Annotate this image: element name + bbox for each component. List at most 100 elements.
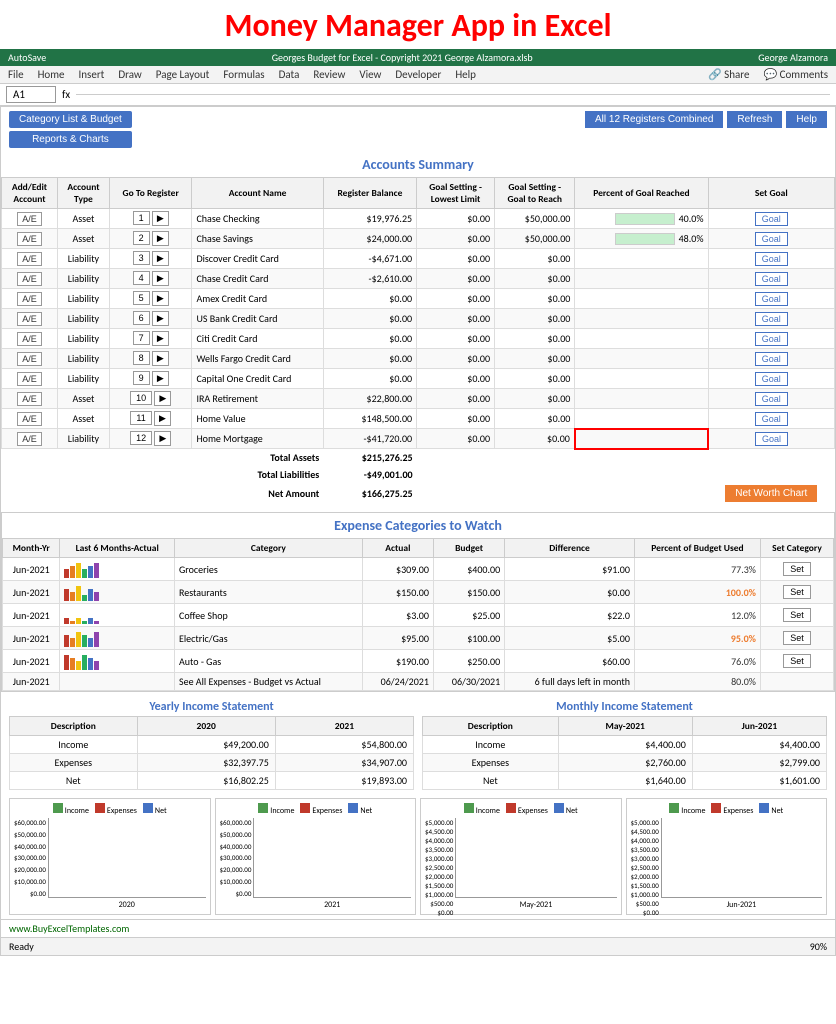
footer-link[interactable]: www.BuyExcelTemplates.com — [9, 922, 129, 935]
category-list-button[interactable]: Category List & Budget — [9, 111, 132, 128]
balance-cell-0: $19,976.25 — [323, 209, 416, 229]
goal-button-2[interactable]: Goal — [755, 252, 788, 266]
yi-row-2021-1: $34,907.00 — [275, 754, 413, 772]
ae-button-2[interactable]: A/E — [17, 252, 42, 266]
register-nav-cell-6: 7 ▶ — [109, 329, 192, 349]
register-num-10[interactable]: 11 — [130, 411, 151, 425]
menu-developer[interactable]: Developer — [395, 68, 441, 81]
set-button-4[interactable]: Set — [783, 654, 811, 668]
comments-btn[interactable]: 💬 Comments — [763, 68, 828, 81]
register-num-6[interactable]: 7 — [133, 331, 150, 345]
go-register-arrow-0[interactable]: ▶ — [152, 211, 169, 226]
menu-pagelayout[interactable]: Page Layout — [156, 68, 210, 81]
table-row: A/E — [2, 409, 58, 429]
net-worth-chart-button[interactable]: Net Worth Chart — [725, 485, 817, 502]
menu-insert[interactable]: Insert — [79, 68, 105, 81]
register-num-4[interactable]: 5 — [133, 291, 150, 305]
cell-reference[interactable]: A1 — [6, 86, 56, 103]
acct-name-cell-5: US Bank Credit Card — [192, 309, 323, 329]
ae-button-5[interactable]: A/E — [17, 312, 42, 326]
go-register-arrow-2[interactable]: ▶ — [152, 251, 169, 266]
menu-review[interactable]: Review — [313, 68, 345, 81]
goal-button-11[interactable]: Goal — [755, 432, 788, 446]
go-register-arrow-4[interactable]: ▶ — [152, 291, 169, 306]
goal-reach-cell-6: $0.00 — [495, 329, 575, 349]
goal-button-5[interactable]: Goal — [755, 312, 788, 326]
goal-reach-cell-7: $0.00 — [495, 349, 575, 369]
menu-help[interactable]: Help — [455, 68, 476, 81]
ae-button-10[interactable]: A/E — [17, 412, 42, 426]
exp-category-1: Restaurants — [175, 581, 363, 604]
go-register-arrow-11[interactable]: ▶ — [154, 431, 171, 446]
refresh-button[interactable]: Refresh — [727, 111, 782, 128]
ae-button-11[interactable]: A/E — [17, 432, 42, 446]
lowest-cell-6: $0.00 — [417, 329, 495, 349]
all12-registers-button[interactable]: All 12 Registers Combined — [585, 111, 723, 128]
register-num-5[interactable]: 6 — [133, 311, 150, 325]
reports-charts-button[interactable]: Reports & Charts — [9, 131, 132, 148]
set-button-0[interactable]: Set — [783, 562, 811, 576]
formula-input[interactable] — [76, 94, 830, 95]
menu-draw[interactable]: Draw — [118, 68, 141, 81]
left-button-group: Category List & Budget Reports & Charts — [9, 111, 132, 148]
menu-data[interactable]: Data — [279, 68, 300, 81]
register-num-2[interactable]: 3 — [133, 251, 150, 265]
go-register-arrow-6[interactable]: ▶ — [152, 331, 169, 346]
goal-reach-cell-5: $0.00 — [495, 309, 575, 329]
ae-button-9[interactable]: A/E — [17, 392, 42, 406]
go-register-arrow-9[interactable]: ▶ — [154, 391, 171, 406]
yearly-income-title: Yearly Income Statement — [9, 696, 414, 716]
go-register-arrow-1[interactable]: ▶ — [152, 231, 169, 246]
set-button-2[interactable]: Set — [783, 608, 811, 622]
acct-name-cell-1: Chase Savings — [192, 229, 323, 249]
goal-button-9[interactable]: Goal — [755, 392, 788, 406]
goal-button-8[interactable]: Goal — [755, 372, 788, 386]
menu-home[interactable]: Home — [38, 68, 65, 81]
ae-button-8[interactable]: A/E — [17, 372, 42, 386]
ae-button-6[interactable]: A/E — [17, 332, 42, 346]
go-register-arrow-10[interactable]: ▶ — [154, 411, 171, 426]
go-register-arrow-7[interactable]: ▶ — [152, 351, 169, 366]
expense-table: Month-Yr Last 6 Months-Actual Category A… — [2, 538, 834, 691]
set-button-3[interactable]: Set — [783, 631, 811, 645]
ae-button-1[interactable]: A/E — [17, 232, 42, 246]
help-button[interactable]: Help — [786, 111, 827, 128]
pct-goal-cell-6 — [575, 329, 708, 349]
register-num-3[interactable]: 4 — [133, 271, 150, 285]
exp-pct-2: 12.0% — [634, 604, 760, 627]
register-nav-cell-4: 5 ▶ — [109, 289, 192, 309]
register-num-9[interactable]: 10 — [130, 391, 152, 405]
register-nav-cell-9: 10 ▶ — [109, 389, 192, 409]
register-num-0[interactable]: 1 — [133, 211, 150, 225]
register-num-8[interactable]: 9 — [133, 371, 150, 385]
menu-formulas[interactable]: Formulas — [223, 68, 264, 81]
goal-button-3[interactable]: Goal — [755, 272, 788, 286]
menu-view[interactable]: View — [359, 68, 381, 81]
app-title: Money Manager App in Excel — [0, 0, 836, 49]
lowest-cell-8: $0.00 — [417, 369, 495, 389]
ae-button-7[interactable]: A/E — [17, 352, 42, 366]
goal-button-4[interactable]: Goal — [755, 292, 788, 306]
go-register-arrow-8[interactable]: ▶ — [152, 371, 169, 386]
menu-file[interactable]: File — [8, 68, 24, 81]
share-btn[interactable]: 🔗 Share — [708, 68, 749, 81]
goal-button-7[interactable]: Goal — [755, 352, 788, 366]
goal-button-1[interactable]: Goal — [755, 232, 788, 246]
acct-type-cell-5: Liability — [57, 309, 109, 329]
register-num-11[interactable]: 12 — [130, 431, 152, 445]
register-num-7[interactable]: 8 — [133, 351, 150, 365]
go-register-arrow-3[interactable]: ▶ — [152, 271, 169, 286]
goal-button-6[interactable]: Goal — [755, 332, 788, 346]
set-button-1[interactable]: Set — [783, 585, 811, 599]
register-num-1[interactable]: 2 — [133, 231, 150, 245]
register-nav-cell-0: 1 ▶ — [109, 209, 192, 229]
lowest-cell-10: $0.00 — [417, 409, 495, 429]
goal-button-10[interactable]: Goal — [755, 412, 788, 426]
mi-row-may-0: $4,400.00 — [558, 736, 692, 754]
ae-button-3[interactable]: A/E — [17, 272, 42, 286]
ae-button-0[interactable]: A/E — [17, 212, 42, 226]
ae-button-4[interactable]: A/E — [17, 292, 42, 306]
go-register-arrow-5[interactable]: ▶ — [152, 311, 169, 326]
goal-button-0[interactable]: Goal — [755, 212, 788, 226]
autosave-label: AutoSave — [8, 51, 46, 64]
